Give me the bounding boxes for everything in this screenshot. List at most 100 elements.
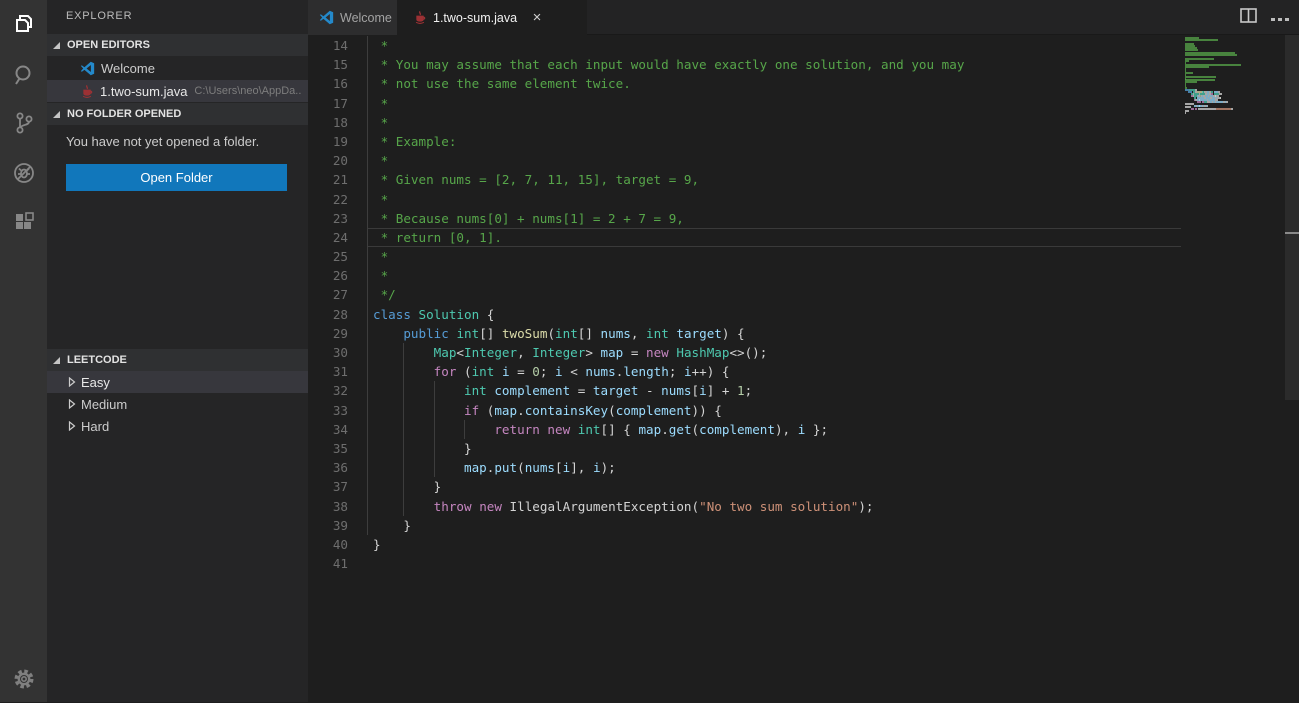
indent-guide bbox=[403, 401, 404, 420]
code-line[interactable]: } bbox=[373, 477, 1183, 496]
line-number[interactable]: 29 bbox=[308, 324, 348, 343]
line-number[interactable]: 21 bbox=[308, 170, 348, 189]
scrollbar-thumb[interactable] bbox=[1285, 35, 1299, 400]
line-number[interactable]: 38 bbox=[308, 497, 348, 516]
search-icon[interactable] bbox=[0, 51, 47, 99]
chevron-right-icon bbox=[68, 399, 76, 409]
code-line[interactable]: * bbox=[373, 247, 1183, 266]
line-number[interactable]: 26 bbox=[308, 266, 348, 285]
source-control-icon[interactable] bbox=[0, 99, 47, 147]
chevron-right-icon bbox=[68, 421, 76, 431]
line-number[interactable]: 36 bbox=[308, 458, 348, 477]
line-number[interactable]: 28 bbox=[308, 305, 348, 324]
indent-guide bbox=[434, 381, 435, 400]
indent-guide bbox=[434, 458, 435, 477]
open-editor-item-two-sum[interactable]: 1.two-sum.java C:\Users\neo\AppDa.. bbox=[47, 80, 308, 102]
line-number[interactable]: 40 bbox=[308, 535, 348, 554]
code-line[interactable]: public int[] twoSum(int[] nums, int targ… bbox=[373, 324, 1183, 343]
line-number[interactable]: 16 bbox=[308, 74, 348, 93]
open-editor-item-welcome[interactable]: Welcome bbox=[47, 57, 308, 79]
code-line[interactable]: * bbox=[373, 36, 1183, 55]
line-number[interactable]: 35 bbox=[308, 439, 348, 458]
section-no-folder-opened[interactable]: NO FOLDER OPENED bbox=[47, 103, 308, 125]
code-line[interactable]: for (int i = 0; i < nums.length; i++) { bbox=[373, 362, 1183, 381]
line-number[interactable]: 34 bbox=[308, 420, 348, 439]
tab-welcome[interactable]: Welcome bbox=[308, 0, 397, 35]
code-editor[interactable]: 1415161718192021222324252627282930313233… bbox=[308, 35, 1299, 702]
code-line[interactable]: * Example: bbox=[373, 132, 1183, 151]
line-number[interactable]: 14 bbox=[308, 36, 348, 55]
java-logo-icon bbox=[80, 84, 94, 99]
line-number[interactable]: 17 bbox=[308, 94, 348, 113]
code-line[interactable]: if (map.containsKey(complement)) { bbox=[373, 401, 1183, 420]
line-number[interactable]: 20 bbox=[308, 151, 348, 170]
code-line[interactable]: return new int[] { map.get(complement), … bbox=[373, 420, 1183, 439]
line-number[interactable]: 30 bbox=[308, 343, 348, 362]
line-number[interactable]: 41 bbox=[308, 554, 348, 573]
vscode-logo-icon bbox=[319, 10, 334, 25]
sidebar-title: EXPLORER bbox=[66, 10, 132, 22]
code-line[interactable]: class Solution { bbox=[373, 305, 1183, 324]
settings-gear-icon[interactable] bbox=[0, 655, 47, 703]
more-actions-icon[interactable] bbox=[1271, 9, 1289, 27]
code-line[interactable]: * bbox=[373, 151, 1183, 170]
file-path-detail: C:\Users\neo\AppDa.. bbox=[194, 85, 301, 97]
code-line[interactable]: * bbox=[373, 94, 1183, 113]
line-number[interactable]: 25 bbox=[308, 247, 348, 266]
indent-guide bbox=[434, 401, 435, 420]
code-line[interactable]: * Because nums[0] + nums[1] = 2 + 7 = 9, bbox=[373, 209, 1183, 228]
line-number[interactable]: 15 bbox=[308, 55, 348, 74]
code-line[interactable]: * Given nums = [2, 7, 11, 15], target = … bbox=[373, 170, 1183, 189]
open-folder-button[interactable]: Open Folder bbox=[66, 164, 287, 191]
tab-bar: Welcome 1.two-sum.java × bbox=[308, 0, 1299, 35]
line-number-gutter[interactable]: 1415161718192021222324252627282930313233… bbox=[308, 36, 348, 573]
line-number[interactable]: 19 bbox=[308, 132, 348, 151]
line-number[interactable]: 24 bbox=[308, 228, 348, 247]
code-line[interactable]: * bbox=[373, 113, 1183, 132]
line-number[interactable]: 31 bbox=[308, 362, 348, 381]
code-line[interactable]: } bbox=[373, 439, 1183, 458]
code-line[interactable]: * return [0, 1]. bbox=[373, 228, 1183, 247]
vertical-scrollbar[interactable] bbox=[1285, 35, 1299, 702]
twisty-expanded-icon bbox=[52, 110, 61, 119]
line-number[interactable]: 39 bbox=[308, 516, 348, 535]
code-line[interactable]: * not use the same element twice. bbox=[373, 74, 1183, 93]
extensions-icon[interactable] bbox=[0, 199, 47, 247]
leetcode-item-medium[interactable]: Medium bbox=[47, 393, 308, 415]
code-line[interactable]: * bbox=[373, 266, 1183, 285]
code-line[interactable]: * You may assume that each input would h… bbox=[373, 55, 1183, 74]
minimap[interactable] bbox=[1183, 37, 1285, 697]
close-tab-icon[interactable]: × bbox=[529, 9, 545, 26]
tab-two-sum-java[interactable]: 1.two-sum.java × bbox=[397, 0, 587, 35]
split-editor-icon[interactable] bbox=[1240, 8, 1257, 28]
chevron-right-icon bbox=[68, 377, 76, 387]
debug-icon[interactable] bbox=[0, 149, 47, 197]
code-line[interactable]: } bbox=[373, 535, 1183, 554]
code-line[interactable]: * bbox=[373, 190, 1183, 209]
code-line[interactable]: Map<Integer, Integer> map = new HashMap<… bbox=[373, 343, 1183, 362]
line-number[interactable]: 27 bbox=[308, 285, 348, 304]
line-number[interactable]: 37 bbox=[308, 477, 348, 496]
section-open-editors[interactable]: OPEN EDITORS bbox=[47, 34, 308, 56]
indent-guide bbox=[464, 420, 465, 439]
line-number[interactable]: 33 bbox=[308, 401, 348, 420]
code-line[interactable] bbox=[373, 554, 1183, 573]
line-number[interactable]: 22 bbox=[308, 190, 348, 209]
leetcode-item-easy[interactable]: Easy bbox=[47, 371, 308, 393]
section-leetcode[interactable]: LEETCODE bbox=[47, 349, 308, 371]
code-line[interactable]: map.put(nums[i], i); bbox=[373, 458, 1183, 477]
code-line[interactable]: throw new IllegalArgumentException("No t… bbox=[373, 497, 1183, 516]
vscode-window: EXPLORER OPEN EDITORS Welcome 1.two-sum.… bbox=[0, 0, 1299, 702]
line-number[interactable]: 32 bbox=[308, 381, 348, 400]
line-number[interactable]: 23 bbox=[308, 209, 348, 228]
code-line[interactable]: int complement = target - nums[i] + 1; bbox=[373, 381, 1183, 400]
code-line[interactable]: } bbox=[373, 516, 1183, 535]
explorer-icon[interactable] bbox=[0, 1, 47, 49]
code-content[interactable]: * * You may assume that each input would… bbox=[373, 36, 1183, 573]
activity-bar bbox=[0, 0, 47, 702]
indent-guide bbox=[367, 36, 368, 535]
leetcode-item-hard[interactable]: Hard bbox=[47, 415, 308, 437]
indent-guide bbox=[403, 420, 404, 439]
code-line[interactable]: */ bbox=[373, 285, 1183, 304]
line-number[interactable]: 18 bbox=[308, 113, 348, 132]
